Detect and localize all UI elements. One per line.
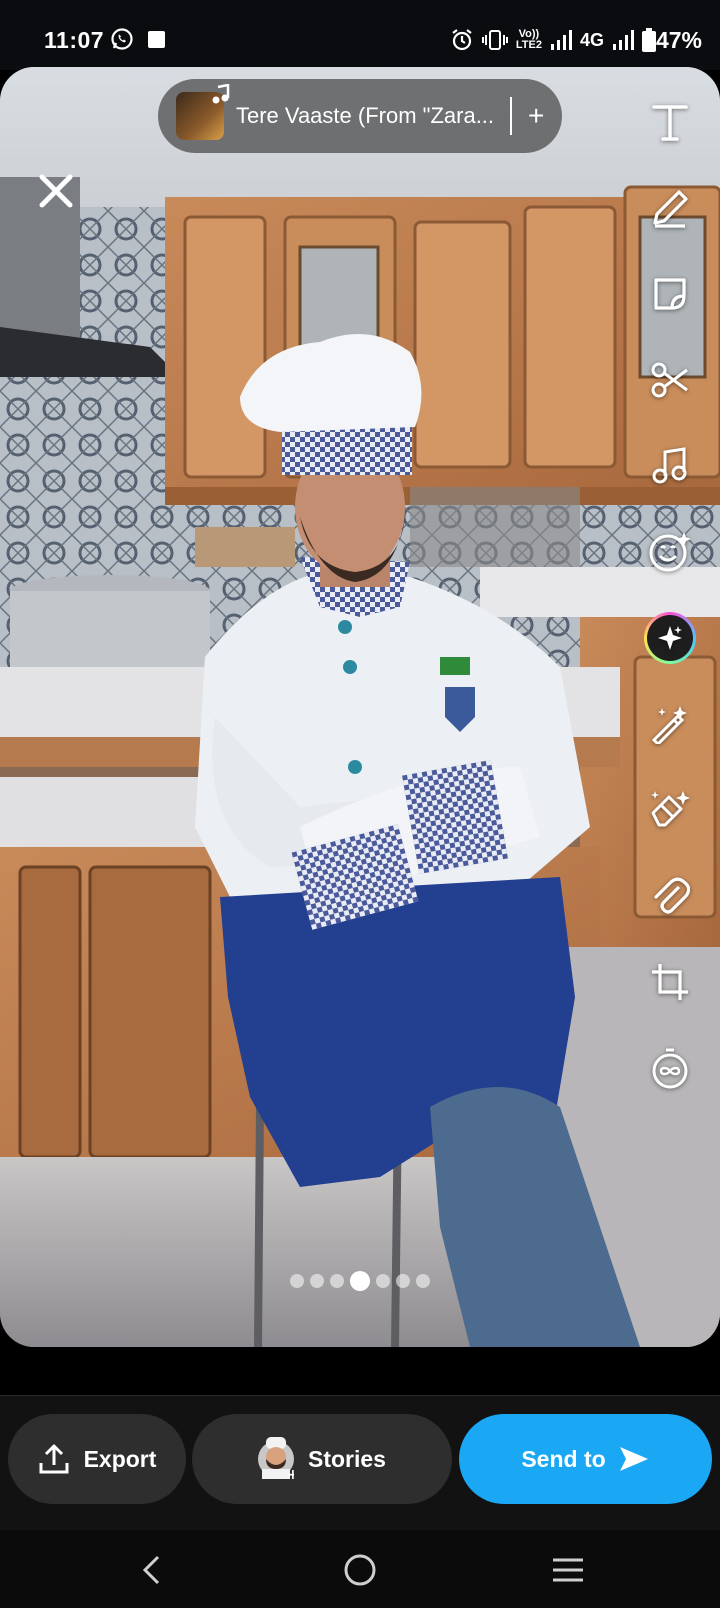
status-bar: 11:07 Vo)) LTE2 4G 47% — [0, 0, 720, 70]
crop-icon — [652, 964, 688, 1000]
timer-tool-button[interactable] — [638, 1036, 702, 1100]
text-icon — [652, 105, 688, 141]
network-type: 4G — [579, 29, 604, 50]
vibrate-icon — [481, 30, 508, 50]
music-note-icon — [652, 447, 687, 484]
nav-recents-button[interactable] — [546, 1548, 590, 1592]
recents-menu-icon — [553, 1558, 583, 1582]
back-chevron-icon — [142, 1555, 160, 1585]
eraser-icon — [651, 791, 690, 827]
album-art-thumbnail — [176, 84, 230, 140]
ai-sparkle-icon — [644, 612, 696, 664]
svg-text:+: + — [287, 1467, 294, 1479]
magic-wand-icon — [651, 706, 687, 744]
page-dot — [330, 1274, 344, 1288]
export-label: Export — [83, 1445, 157, 1472]
lens-emoji-icon — [649, 532, 691, 572]
snap-action-bar: Export + Stories Send to — [0, 1395, 720, 1530]
notification-square-icon — [148, 31, 165, 48]
send-arrow-icon — [619, 1447, 648, 1471]
status-time: 11:07 — [44, 27, 105, 53]
export-button[interactable]: Export — [8, 1414, 186, 1504]
sticker-tool-button[interactable] — [638, 262, 702, 326]
photo-chef-in-kitchen — [0, 67, 720, 1347]
eraser-tool-button[interactable] — [638, 778, 702, 842]
page-dot — [290, 1274, 304, 1288]
snap-preview[interactable] — [0, 67, 720, 1347]
nav-back-button[interactable] — [130, 1548, 174, 1592]
signal-icon — [550, 30, 572, 50]
attach-link-button[interactable] — [638, 864, 702, 928]
song-title: Tere Vaaste (From "Zara... — [236, 103, 495, 128]
paperclip-icon — [654, 877, 690, 914]
crop-tool-button[interactable] — [638, 950, 702, 1014]
battery-icon — [642, 28, 656, 52]
page-dot-active — [350, 1271, 370, 1291]
home-circle-icon — [344, 1554, 376, 1586]
divider — [510, 97, 512, 135]
pen-icon — [653, 190, 688, 228]
page-dot — [310, 1274, 324, 1288]
music-note-badge-icon — [212, 84, 230, 104]
page-dot — [416, 1274, 430, 1288]
status-right-group: Vo)) LTE2 4G — [450, 26, 656, 54]
ai-tool-button[interactable] — [638, 606, 702, 670]
draw-tool-button[interactable] — [638, 176, 702, 240]
sticker-icon — [654, 278, 686, 310]
signal-2-icon — [613, 30, 634, 50]
close-icon[interactable] — [36, 171, 76, 211]
send-to-label: Send to — [521, 1445, 606, 1472]
alarm-icon — [452, 29, 472, 51]
upload-icon — [39, 1444, 69, 1474]
nav-home-button[interactable] — [338, 1548, 382, 1592]
scissors-icon — [651, 362, 688, 398]
magic-wand-tool-button[interactable] — [638, 692, 702, 756]
timer-infinity-icon — [652, 1048, 688, 1089]
bitmoji-avatar: + — [258, 1437, 294, 1479]
system-nav-bar — [0, 1530, 720, 1608]
whatsapp-icon — [111, 28, 133, 50]
volte-bottom-label: LTE2 — [515, 39, 542, 51]
page-dot — [376, 1274, 390, 1288]
stories-button[interactable]: + Stories — [192, 1414, 452, 1504]
add-music-button[interactable]: + — [528, 100, 544, 132]
scissors-tool-button[interactable] — [638, 348, 702, 412]
send-to-button[interactable]: Send to — [459, 1414, 712, 1504]
lens-tool-button[interactable] — [638, 520, 702, 584]
stories-label: Stories — [308, 1445, 386, 1472]
volte-indicator: Vo)) LTE2 — [516, 29, 542, 51]
page-dot — [396, 1274, 410, 1288]
text-tool-button[interactable] — [638, 90, 702, 154]
music-tool-button[interactable] — [638, 434, 702, 498]
music-chip[interactable]: Tere Vaaste (From "Zara... + — [158, 79, 562, 153]
battery-percent: 47% — [655, 27, 702, 53]
media-pagination — [290, 1271, 430, 1291]
